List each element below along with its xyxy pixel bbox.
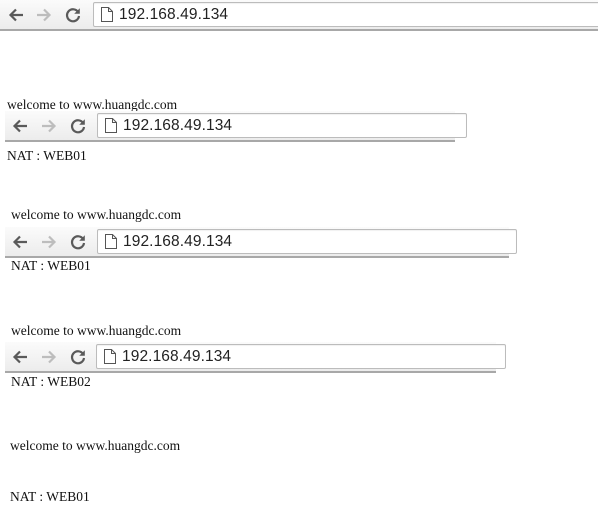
url-text[interactable]: 192.168.49.134 (123, 233, 232, 251)
nat-server-text: NAT : WEB01 (7, 148, 87, 163)
back-arrow-icon[interactable] (5, 4, 27, 26)
browser-toolbar: 192.168.49.134 (5, 342, 506, 373)
welcome-text: welcome to www.huangdc.com (11, 207, 182, 222)
welcome-text: welcome to www.huangdc.com (10, 438, 181, 453)
forward-arrow-icon[interactable] (38, 115, 60, 137)
address-bar[interactable]: 192.168.49.134 (96, 344, 506, 369)
url-text[interactable]: 192.168.49.134 (119, 6, 228, 24)
nat-server-text: NAT : WEB01 (11, 258, 91, 273)
forward-arrow-icon[interactable] (38, 231, 60, 253)
back-arrow-icon[interactable] (9, 346, 31, 368)
page-icon (105, 234, 117, 253)
reload-icon[interactable] (62, 4, 84, 26)
page-icon (101, 7, 113, 26)
back-arrow-icon[interactable] (9, 115, 31, 137)
page-icon (105, 118, 117, 137)
page-content: welcome to www.huangdc.com NAT : WEB01 (10, 403, 180, 522)
address-bar[interactable]: 192.168.49.134 (97, 229, 517, 254)
url-text[interactable]: 192.168.49.134 (123, 117, 232, 135)
address-bar[interactable]: 192.168.49.134 (97, 113, 467, 138)
nat-server-text: NAT : WEB02 (11, 374, 91, 389)
reload-icon[interactable] (67, 115, 89, 137)
browser-toolbar: 192.168.49.134 (5, 111, 467, 142)
reload-icon[interactable] (67, 231, 89, 253)
forward-arrow-icon[interactable] (38, 346, 60, 368)
page-icon (104, 349, 116, 368)
reload-icon[interactable] (67, 346, 89, 368)
back-arrow-icon[interactable] (9, 231, 31, 253)
welcome-text: welcome to www.huangdc.com (11, 323, 182, 338)
browser-toolbar: 192.168.49.134 (5, 227, 517, 258)
forward-arrow-icon[interactable] (33, 4, 55, 26)
address-bar[interactable]: 192.168.49.134 (93, 2, 598, 27)
browser-toolbar: 192.168.49.134 (0, 0, 598, 31)
url-text[interactable]: 192.168.49.134 (122, 348, 231, 366)
nat-server-text: NAT : WEB01 (10, 489, 90, 504)
